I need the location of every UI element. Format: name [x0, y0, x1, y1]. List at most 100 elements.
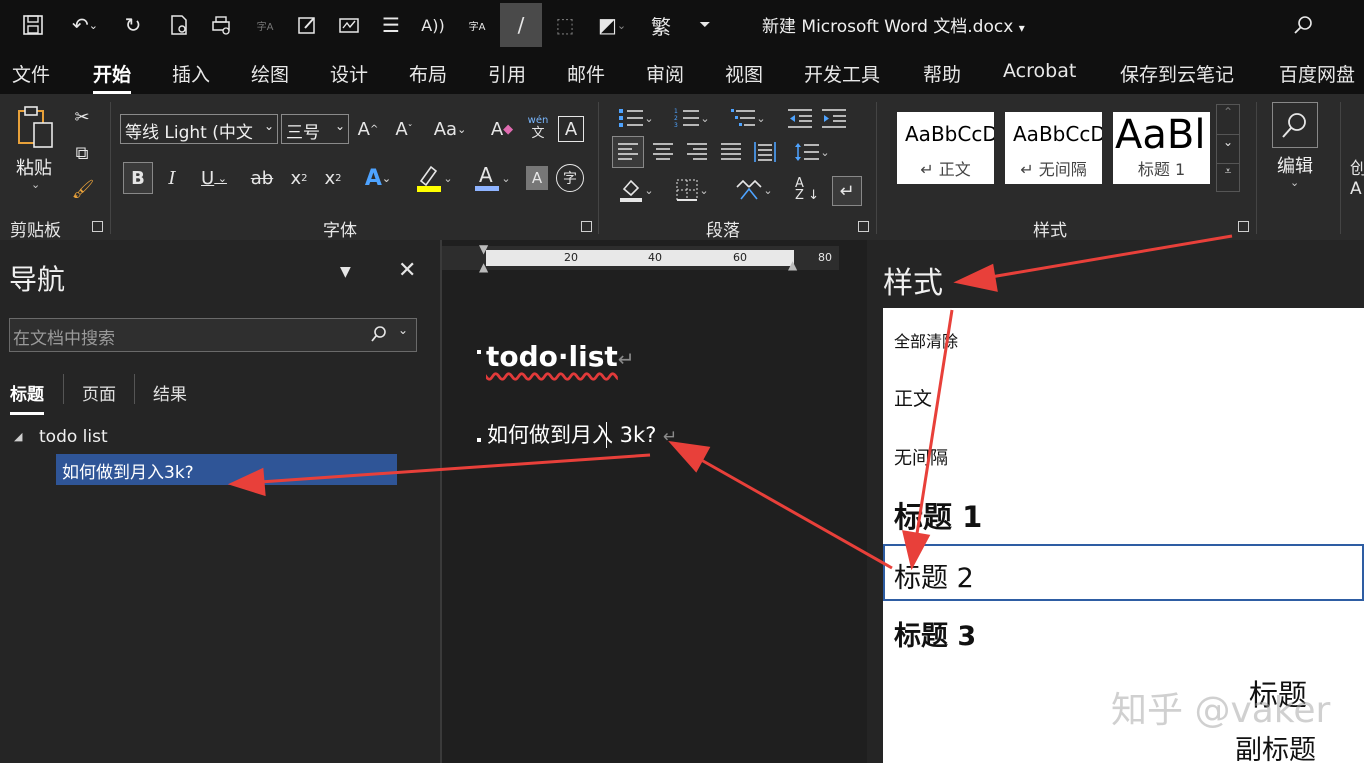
draw-pen-icon[interactable]: /: [500, 3, 542, 47]
italic-icon[interactable]: I: [160, 162, 184, 194]
tab-design[interactable]: 设计: [330, 60, 368, 87]
horizontal-ruler[interactable]: 20 40 60 80 ▼ ▲ ▲: [442, 242, 839, 274]
right-indent-marker[interactable]: ▲: [788, 258, 797, 272]
shrink-font-icon[interactable]: Aˇ: [390, 114, 418, 144]
editing-button[interactable]: 编辑: [1277, 152, 1313, 178]
strikethrough-icon[interactable]: ab: [248, 162, 276, 194]
style-item-heading-3[interactable]: 标题 3: [894, 614, 976, 653]
change-case-icon[interactable]: Aa ⌄: [428, 114, 472, 144]
shape-fill-icon[interactable]: ◩ ⌄: [588, 6, 636, 44]
justify-icon[interactable]: [716, 136, 746, 168]
nav-tab-results[interactable]: 结果: [153, 380, 187, 405]
style-item-clear-all[interactable]: 全部清除: [894, 328, 958, 352]
align-right-icon[interactable]: [682, 136, 712, 168]
text-effects-icon[interactable]: A ⌄: [356, 162, 400, 194]
more-styles-icon[interactable]: ⩡: [1217, 163, 1239, 191]
styles-launcher-icon[interactable]: [1238, 221, 1249, 232]
grow-font-icon[interactable]: A ^: [354, 114, 382, 144]
collapse-triangle-icon[interactable]: ◢: [14, 430, 22, 443]
font-color-icon[interactable]: A ⌄: [468, 162, 516, 194]
font-launcher-icon[interactable]: [581, 221, 592, 232]
font-size-select[interactable]: 三号 ⌄: [281, 114, 349, 144]
document-heading-2[interactable]: 如何做到月入 3k? ↵: [487, 419, 677, 449]
tab-review[interactable]: 审阅: [646, 60, 684, 87]
font-name-select[interactable]: 等线 Light (中文 ⌄: [120, 114, 278, 144]
sort-icon[interactable]: AZ ↓: [792, 174, 822, 206]
style-tile-heading-1[interactable]: AaBl 标题 1: [1113, 112, 1210, 184]
tab-insert[interactable]: 插入: [172, 60, 210, 87]
highlight-color-icon[interactable]: ⌄: [410, 162, 458, 194]
nav-heading-item-selected[interactable]: 如何做到月入3k?: [56, 454, 397, 485]
tab-baidu-netdisk[interactable]: 百度网盘: [1279, 60, 1355, 87]
paste-dropdown-icon[interactable]: ⌄: [31, 178, 40, 191]
borders-icon[interactable]: ⌄: [668, 174, 716, 206]
close-icon[interactable]: ✕: [398, 258, 416, 283]
phonetic-guide-icon[interactable]: 字A: [246, 6, 284, 44]
clear-formatting-icon[interactable]: A ◆: [488, 114, 516, 144]
style-item-heading-1[interactable]: 标题 1: [894, 494, 982, 536]
search-icon[interactable]: [370, 325, 386, 343]
bold-icon[interactable]: B: [123, 162, 153, 194]
show-paragraph-marks-icon[interactable]: ↵: [832, 176, 862, 206]
tab-draw[interactable]: 绘图: [251, 60, 289, 87]
superscript-icon[interactable]: x2: [320, 162, 346, 194]
paste-icon[interactable]: [14, 104, 58, 150]
subscript-icon[interactable]: x2: [286, 162, 312, 194]
distributed-icon[interactable]: [750, 136, 780, 168]
styles-gallery-scroll[interactable]: ⌃ ⌄ ⩡: [1216, 104, 1240, 192]
find-icon[interactable]: [1272, 102, 1318, 148]
style-item-subtitle[interactable]: 副标题: [1235, 728, 1316, 763]
bullets-icon[interactable]: ⌄: [612, 104, 660, 132]
print-preview-icon[interactable]: [160, 6, 198, 44]
nav-tab-pages[interactable]: 页面: [82, 380, 116, 405]
numbering-icon[interactable]: 1 2 3 ⌄: [668, 104, 716, 132]
align-icon[interactable]: ☰: [372, 6, 410, 44]
align-center-icon[interactable]: [648, 136, 678, 168]
chevron-up-icon[interactable]: ⌃: [1217, 105, 1239, 134]
character-shading-icon[interactable]: A: [526, 166, 548, 190]
traditional-chinese-icon[interactable]: 繁: [642, 6, 680, 44]
align-left-icon[interactable]: [612, 136, 644, 168]
tab-acrobat[interactable]: Acrobat: [1003, 60, 1076, 82]
underline-icon[interactable]: U ⌄: [192, 162, 236, 194]
style-item-no-spacing[interactable]: 无间隔: [894, 444, 948, 470]
tab-mailings[interactable]: 邮件: [567, 60, 605, 87]
tab-layout[interactable]: 布局: [409, 60, 447, 87]
tab-home[interactable]: 开始: [93, 60, 132, 94]
redo-icon[interactable]: ↻: [114, 6, 152, 44]
pane-options-icon[interactable]: ▼: [340, 264, 351, 280]
hanging-indent-marker[interactable]: ▲: [479, 260, 488, 274]
line-spacing-icon[interactable]: ⌄: [788, 136, 836, 168]
chevron-down-icon[interactable]: ⌄: [398, 323, 408, 337]
cut-icon[interactable]: ✂: [70, 104, 94, 130]
select-objects-icon[interactable]: ⬚: [546, 6, 584, 44]
signature-icon[interactable]: [330, 6, 368, 44]
tab-help[interactable]: 帮助: [923, 60, 961, 87]
format-painter-icon[interactable]: 🖌: [70, 176, 96, 202]
enclose-characters-icon[interactable]: 字: [556, 164, 584, 192]
save-icon[interactable]: [14, 6, 52, 44]
first-line-indent-marker[interactable]: ▼: [479, 242, 488, 256]
style-tile-no-spacing[interactable]: AaBbCcDc ↵ 无间隔: [1005, 112, 1102, 184]
document-heading[interactable]: todo·list↵: [486, 340, 635, 373]
style-tile-normal[interactable]: AaBbCcDc ↵ 正文: [897, 112, 994, 184]
decrease-indent-icon[interactable]: [786, 104, 814, 132]
document-title[interactable]: 新建 Microsoft Word 文档.docx ▾: [762, 12, 1025, 37]
chinese-conversion-icon[interactable]: 字A: [458, 6, 496, 44]
copy-icon[interactable]: ⧉: [70, 140, 94, 166]
create-pdf-icon[interactable]: 创A: [1350, 154, 1364, 199]
nav-heading-item[interactable]: todo list: [39, 427, 108, 447]
search-input[interactable]: 在文档中搜索 ⌄: [9, 318, 417, 352]
clipboard-launcher-icon[interactable]: [92, 221, 103, 232]
style-item-normal[interactable]: 正文: [894, 384, 932, 411]
chinese-layout-icon[interactable]: ⌄: [730, 174, 778, 206]
tab-developer[interactable]: 开发工具: [804, 60, 880, 87]
undo-icon[interactable]: ↶ ⌄: [60, 6, 110, 44]
edit-document-icon[interactable]: [288, 6, 326, 44]
tab-file[interactable]: 文件: [12, 60, 50, 87]
increase-indent-icon[interactable]: [820, 104, 848, 132]
style-item-heading-2[interactable]: 标题 2: [894, 556, 974, 595]
phonetic-guide-button[interactable]: wén 文: [524, 114, 552, 146]
customize-toolbar-icon[interactable]: ⏷: [686, 6, 724, 44]
quick-print-icon[interactable]: [202, 6, 240, 44]
